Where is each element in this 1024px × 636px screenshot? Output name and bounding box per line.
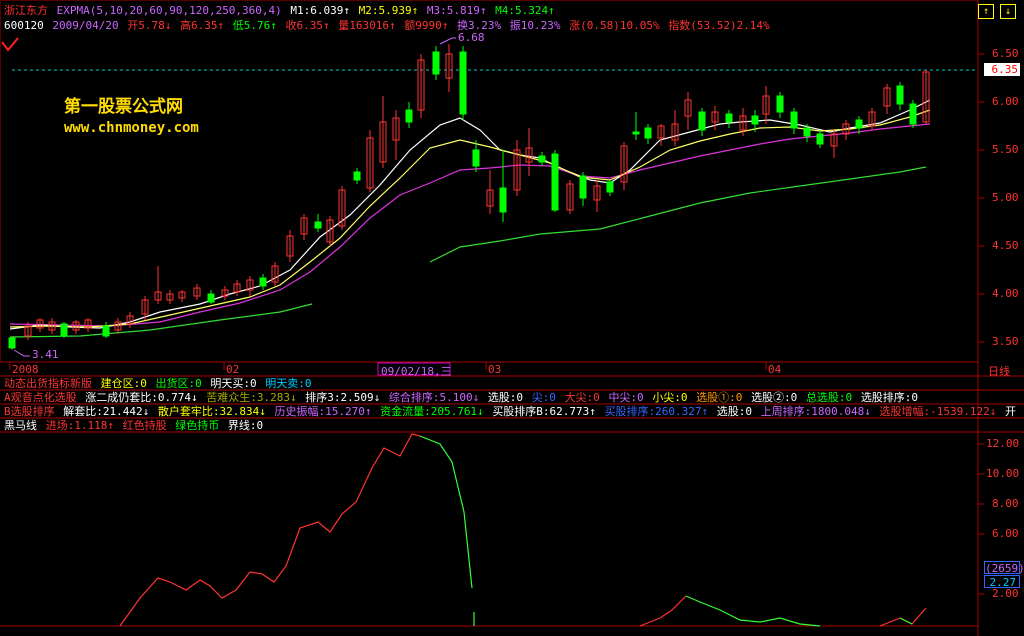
indicator-name[interactable]: 黑马线 [4, 419, 37, 432]
metric: 选股②:0 [751, 391, 798, 404]
metric: 解套比:21.442↓ [63, 405, 150, 418]
indicator-name[interactable]: 动态出货指标新版 [4, 377, 92, 390]
black-horse-red [119, 433, 421, 627]
sell-zone: 出货区:0 [155, 377, 202, 390]
lower-tick-8: 8.00 [992, 497, 1019, 510]
price-pane-frame [0, 0, 979, 363]
max-price-label: 6.68 [458, 31, 485, 44]
cash-green-legend: 绿色持币 [175, 419, 220, 432]
price-tick-400: 4.00 [992, 287, 1019, 300]
metric: 买股排序B:62.773↑ [492, 405, 596, 418]
watermark-title: 第一股票公式网 [64, 97, 183, 117]
amplitude: 振10.23% [509, 19, 561, 32]
m2-value: M2:5.939↑ [358, 4, 419, 17]
metric: 选股:0 [487, 391, 524, 404]
m4-value: M4:5.324↑ [495, 4, 555, 17]
check-icon [1, 37, 19, 52]
ma-green-long-2 [429, 166, 927, 263]
metric: 排序3:2.509↓ [305, 391, 381, 404]
metric: 尖:0 [531, 391, 556, 404]
metric: 买股排序:260.327↑ [604, 405, 709, 418]
lower-tick-6: 6.00 [992, 527, 1019, 540]
volume: 量163016↑ [338, 19, 396, 32]
stock-name[interactable]: 浙江东方 [4, 4, 48, 17]
metric: 总选股:0 [805, 391, 853, 404]
header-row-1: 浙江东方 EXPMA(5,10,20,60,90,120,250,360,4) … [4, 4, 557, 18]
metric: 上周排序:1800.048↓ [760, 405, 871, 418]
lower-tick-10: 10.00 [986, 467, 1020, 480]
black-horse-end [879, 607, 927, 627]
buy-tomorrow: 明天买:0 [210, 377, 257, 390]
indicator-row-3[interactable]: B选股排序 解套比:21.442↓ 散户套牢比:32.834↓ 历史振幅:15.… [4, 405, 1018, 419]
metric: 涨二成仍套比:0.774↓ [85, 391, 198, 404]
close-price: 收6.35↑ [285, 19, 330, 32]
hold-red-legend: 红色持股 [122, 419, 167, 432]
scroll-down-button[interactable]: ↓ [1000, 4, 1016, 19]
metric: 大尖:0 [564, 391, 600, 404]
metric: 选股:0 [716, 405, 753, 418]
metric: 选股增幅:-1539.122↓ [879, 405, 997, 418]
quote-date: 2009/04/20 [52, 19, 119, 32]
change: 涨(0.58)10.05% [569, 19, 660, 32]
period-label[interactable]: 日线 [988, 363, 1010, 379]
sell-tomorrow: 明天卖:0 [265, 377, 312, 390]
time-label-02: 02 [226, 363, 240, 376]
low-price: 低5.76↑ [232, 19, 277, 32]
build-zone: 建仓区:0 [100, 377, 147, 390]
price-tick-450: 4.50 [992, 239, 1019, 252]
metric: 资金流量:205.761↓ [380, 405, 484, 418]
boundary-value: 界线:0 [227, 419, 264, 432]
price-tick-350: 3.50 [992, 335, 1019, 348]
min-marker [13, 349, 30, 357]
metric: 中尖:0 [608, 391, 644, 404]
metric: 选股排序:0 [860, 391, 919, 404]
black-horse-green [419, 435, 473, 589]
indicator-name[interactable]: A观音点化选股 [4, 391, 77, 404]
ma-magenta [9, 123, 931, 327]
metric: 小尖:0 [652, 391, 688, 404]
amount: 额9990↑ [404, 19, 449, 32]
time-label-03: 03 [488, 363, 502, 376]
metric: 选股①:0 [696, 391, 743, 404]
ma-yellow [9, 109, 931, 328]
m3-value: M3:5.819↑ [426, 4, 487, 17]
max-marker [439, 37, 456, 45]
entry-value: 进场:1.118↑ [45, 419, 114, 432]
header-row-2: 600120 2009/04/20 开5.78↓ 高6.35↑ 低5.76↑ 收… [4, 19, 772, 33]
metric: 历史振幅:15.270↑ [274, 405, 372, 418]
time-label-04: 04 [768, 363, 782, 376]
indicator-row-4[interactable]: 黑马线 进场:1.118↑ 红色持股 绿色持币 界线:0 [4, 419, 265, 433]
open-price: 开5.78↓ [127, 19, 172, 32]
cursor-date-label[interactable]: 09/02/18,三 [381, 363, 452, 379]
current-price-badge: 6.35 [984, 63, 1020, 76]
time-label-2008: 2008 [12, 363, 39, 376]
lower-badge-count: (2659) [984, 561, 1024, 575]
price-tick-600: 6.00 [992, 95, 1019, 108]
lower-badge-value: 2.27 [984, 575, 1020, 589]
watermark-url: www.chnmoney.com [64, 120, 199, 136]
indicator-row-2[interactable]: A观音点化选股 涨二成仍套比:0.774↓ 苦难众生:3.283↓ 排序3:2.… [4, 391, 920, 405]
metric: 散户套牢比:32.834↓ [157, 405, 266, 418]
metric: 综合排序:5.100↓ [388, 391, 480, 404]
index-change: 指数(53.52)2.14% [668, 19, 770, 32]
black-horse-late [639, 595, 687, 627]
min-price-label: 3.41 [32, 348, 59, 361]
metric: 苦难众生:3.283↓ [206, 391, 297, 404]
metric: 开 [1005, 405, 1016, 418]
price-tick-500: 5.00 [992, 191, 1019, 204]
price-tick-550: 5.50 [992, 143, 1019, 156]
ma-green-long [9, 303, 313, 338]
lower-tick-12: 12.00 [986, 437, 1020, 450]
black-horse-late-g [685, 595, 821, 627]
m1-value: M1:6.039↑ [290, 4, 351, 17]
stock-code: 600120 [4, 19, 44, 32]
price-tick-650: 6.50 [992, 47, 1019, 60]
black-horse-end-g [899, 617, 913, 625]
indicator-row-1[interactable]: 动态出货指标新版 建仓区:0 出货区:0 明天买:0 明天卖:0 [4, 377, 314, 391]
scroll-up-button[interactable]: ↑ [978, 4, 994, 19]
high-price: 高6.35↑ [179, 19, 225, 32]
indicator-params[interactable]: EXPMA(5,10,20,60,90,120,250,360,4) [57, 4, 282, 17]
indicator-name[interactable]: B选股排序 [4, 405, 55, 418]
